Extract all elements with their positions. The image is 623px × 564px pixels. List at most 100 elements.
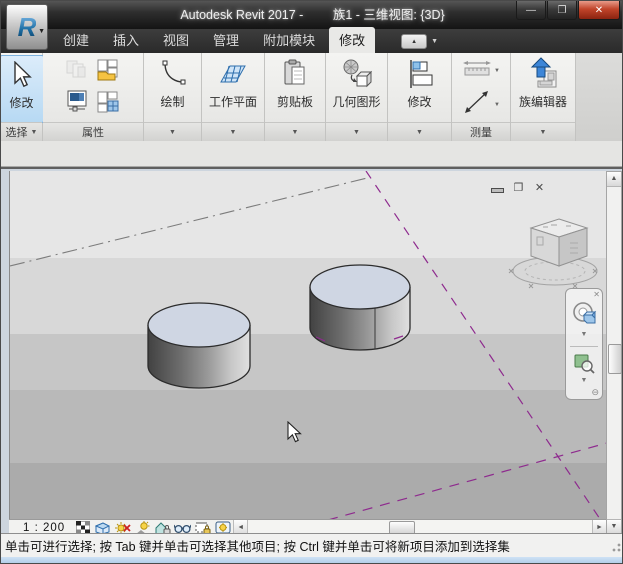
tab-view[interactable]: 视图 xyxy=(153,27,199,53)
tab-create[interactable]: 创建 xyxy=(53,27,99,53)
zoom-menu-arrow[interactable]: ▼ xyxy=(566,377,602,384)
measure-along-element-button[interactable]: ▼ xyxy=(460,88,502,121)
navigation-bar: ✕ ▼ xyxy=(565,288,603,400)
title-bar: Autodesk Revit 2017 - 族1 - 三维视图: {3D} — … xyxy=(1,1,623,29)
extrusion-cylinder-left[interactable] xyxy=(148,303,250,388)
chevron-down-icon: ▼ xyxy=(292,129,299,136)
modify-tool-button[interactable]: 修改 xyxy=(0,55,44,123)
measure-between-references-button[interactable]: ▼ xyxy=(460,58,502,83)
load-into-project-button[interactable]: 族编辑器 xyxy=(515,55,571,112)
view-restore-icon: ❐ xyxy=(514,181,524,194)
ribbon-panel-clipboard: 剪贴板 ▼ xyxy=(265,53,326,141)
vertical-scrollbar[interactable]: ▲ ▼ xyxy=(606,171,622,535)
ribbon-state-toggle[interactable]: ▲ ▼ xyxy=(401,34,438,49)
ribbon-tab-bar: 创建 插入 视图 管理 附加模块 修改 ▲ ▼ xyxy=(1,29,623,53)
chevron-down-icon: ▼ xyxy=(38,28,45,35)
spline-icon xyxy=(156,57,190,91)
chevron-down-icon: ▼ xyxy=(353,129,360,136)
scroll-down-icon: ▼ xyxy=(611,523,618,530)
ribbon-panel-workplane: 工作平面 ▼ xyxy=(202,53,265,141)
ribbon-panel-draw: 绘制 ▼ xyxy=(144,53,202,141)
view-minimize-button[interactable] xyxy=(490,181,505,194)
measure-diagonal-icon xyxy=(462,89,492,120)
properties-panel-label: 属性 xyxy=(43,122,143,141)
application-menu-button[interactable]: R ▼ xyxy=(6,4,48,50)
mouse-cursor xyxy=(287,421,302,448)
chevron-down-icon: ▼ xyxy=(230,129,237,136)
extrusion-cylinder-right[interactable] xyxy=(310,265,410,350)
align-button[interactable]: 修改 xyxy=(399,55,441,112)
chevron-down-icon: ▼ xyxy=(431,38,438,45)
minimize-icon: — xyxy=(526,5,536,16)
work-plane-button[interactable]: 工作平面 xyxy=(205,55,261,112)
view-cube[interactable] xyxy=(509,219,597,288)
maximize-button[interactable]: ❐ xyxy=(547,1,577,20)
modify-tool-label: 修改 xyxy=(9,94,33,111)
draw-panel-expand[interactable]: ▼ xyxy=(144,122,201,141)
paste-button[interactable]: 剪贴板 xyxy=(273,55,317,112)
tab-manage[interactable]: 管理 xyxy=(203,27,249,53)
scroll-down-button[interactable]: ▼ xyxy=(607,519,621,534)
paste-clipboard-icon xyxy=(278,57,312,91)
view-close-button[interactable]: ✕ xyxy=(532,181,547,194)
view-scale-button[interactable]: 1 : 200 xyxy=(13,522,71,534)
modify-panel-expand[interactable]: ▼ xyxy=(388,122,451,141)
scroll-up-button[interactable]: ▲ xyxy=(607,172,621,187)
chevron-down-icon: ▼ xyxy=(169,129,176,136)
zoom-region-button[interactable] xyxy=(566,351,602,375)
family-category-button[interactable] xyxy=(95,58,121,87)
select-panel-menu[interactable]: 选择 ▼ xyxy=(1,122,42,141)
view-restore-button[interactable]: ❐ xyxy=(511,181,526,194)
reference-plane-purple-2[interactable] xyxy=(328,443,607,519)
family-editor-panel-expand[interactable]: ▼ xyxy=(511,122,575,141)
geometry-button[interactable]: 几何图形 xyxy=(328,55,384,112)
work-plane-grid-icon xyxy=(216,57,250,91)
geometry-panel-expand[interactable]: ▼ xyxy=(326,122,387,141)
ribbon-panel-modify: 修改 ▼ xyxy=(388,53,452,141)
geometry-sphere-cube-icon xyxy=(339,57,373,91)
chevron-down-icon: ▼ xyxy=(494,102,500,108)
minimize-button[interactable]: — xyxy=(516,1,546,20)
view-area: ❐ ✕ ✕ ▼ xyxy=(1,167,623,533)
ribbon-panel-geometry: 几何图形 ▼ xyxy=(326,53,388,141)
close-icon: ✕ xyxy=(595,5,603,16)
load-into-project-icon xyxy=(526,57,560,91)
steering-wheel-button[interactable] xyxy=(566,301,602,327)
workplane-panel-expand[interactable]: ▼ xyxy=(202,122,264,141)
restore-icon: ❐ xyxy=(558,5,567,16)
draw-button[interactable]: 绘制 xyxy=(152,55,194,112)
navbar-close-button[interactable]: ✕ xyxy=(593,290,600,299)
vertical-scroll-thumb[interactable] xyxy=(608,344,622,374)
view-minimize-icon xyxy=(491,188,504,193)
revit-window: Autodesk Revit 2017 - 族1 - 三维视图: {3D} — … xyxy=(0,0,623,564)
measure-ruler-icon xyxy=(462,59,492,82)
tab-insert[interactable]: 插入 xyxy=(103,27,149,53)
cursor-arrow-icon xyxy=(5,58,39,92)
document-title: 族1 - 三维视图: {3D} xyxy=(333,8,445,22)
tab-addins[interactable]: 附加模块 xyxy=(253,27,325,53)
properties-palette-button[interactable] xyxy=(65,89,91,120)
steering-wheel-menu-arrow[interactable]: ▼ xyxy=(566,331,602,338)
close-button[interactable]: ✕ xyxy=(578,1,620,20)
reference-line-gray[interactable] xyxy=(10,178,367,266)
clipboard-panel-expand[interactable]: ▼ xyxy=(265,122,325,141)
ribbon: 修改 选择 ▼ xyxy=(1,53,623,141)
chevron-down-icon: ▼ xyxy=(494,68,500,74)
status-message: 单击可进行选择; 按 Tab 键并单击可选择其他项目; 按 Ctrl 键并单击可… xyxy=(1,536,608,555)
chevron-down-icon: ▼ xyxy=(540,129,547,136)
family-properties-icon xyxy=(65,58,91,87)
window-bottom-edge xyxy=(1,557,623,564)
family-types-button[interactable] xyxy=(95,90,121,119)
options-bar xyxy=(1,141,623,167)
navbar-divider xyxy=(570,346,598,347)
ribbon-panel-select: 修改 选择 ▼ xyxy=(1,53,43,141)
app-title: Autodesk Revit 2017 - xyxy=(180,8,303,22)
ribbon-minimize-icon: ▲ xyxy=(401,34,427,49)
zoom-region-icon xyxy=(572,351,596,375)
navbar-collapse-button[interactable]: ⊖ xyxy=(591,387,599,398)
chevron-down-icon: ▼ xyxy=(31,129,38,136)
resize-grip[interactable] xyxy=(608,539,622,553)
drawing-canvas[interactable]: ❐ ✕ ✕ ▼ xyxy=(9,171,607,519)
ribbon-panel-family-editor: 族编辑器 ▼ xyxy=(511,53,576,141)
tab-modify[interactable]: 修改 xyxy=(329,27,375,53)
